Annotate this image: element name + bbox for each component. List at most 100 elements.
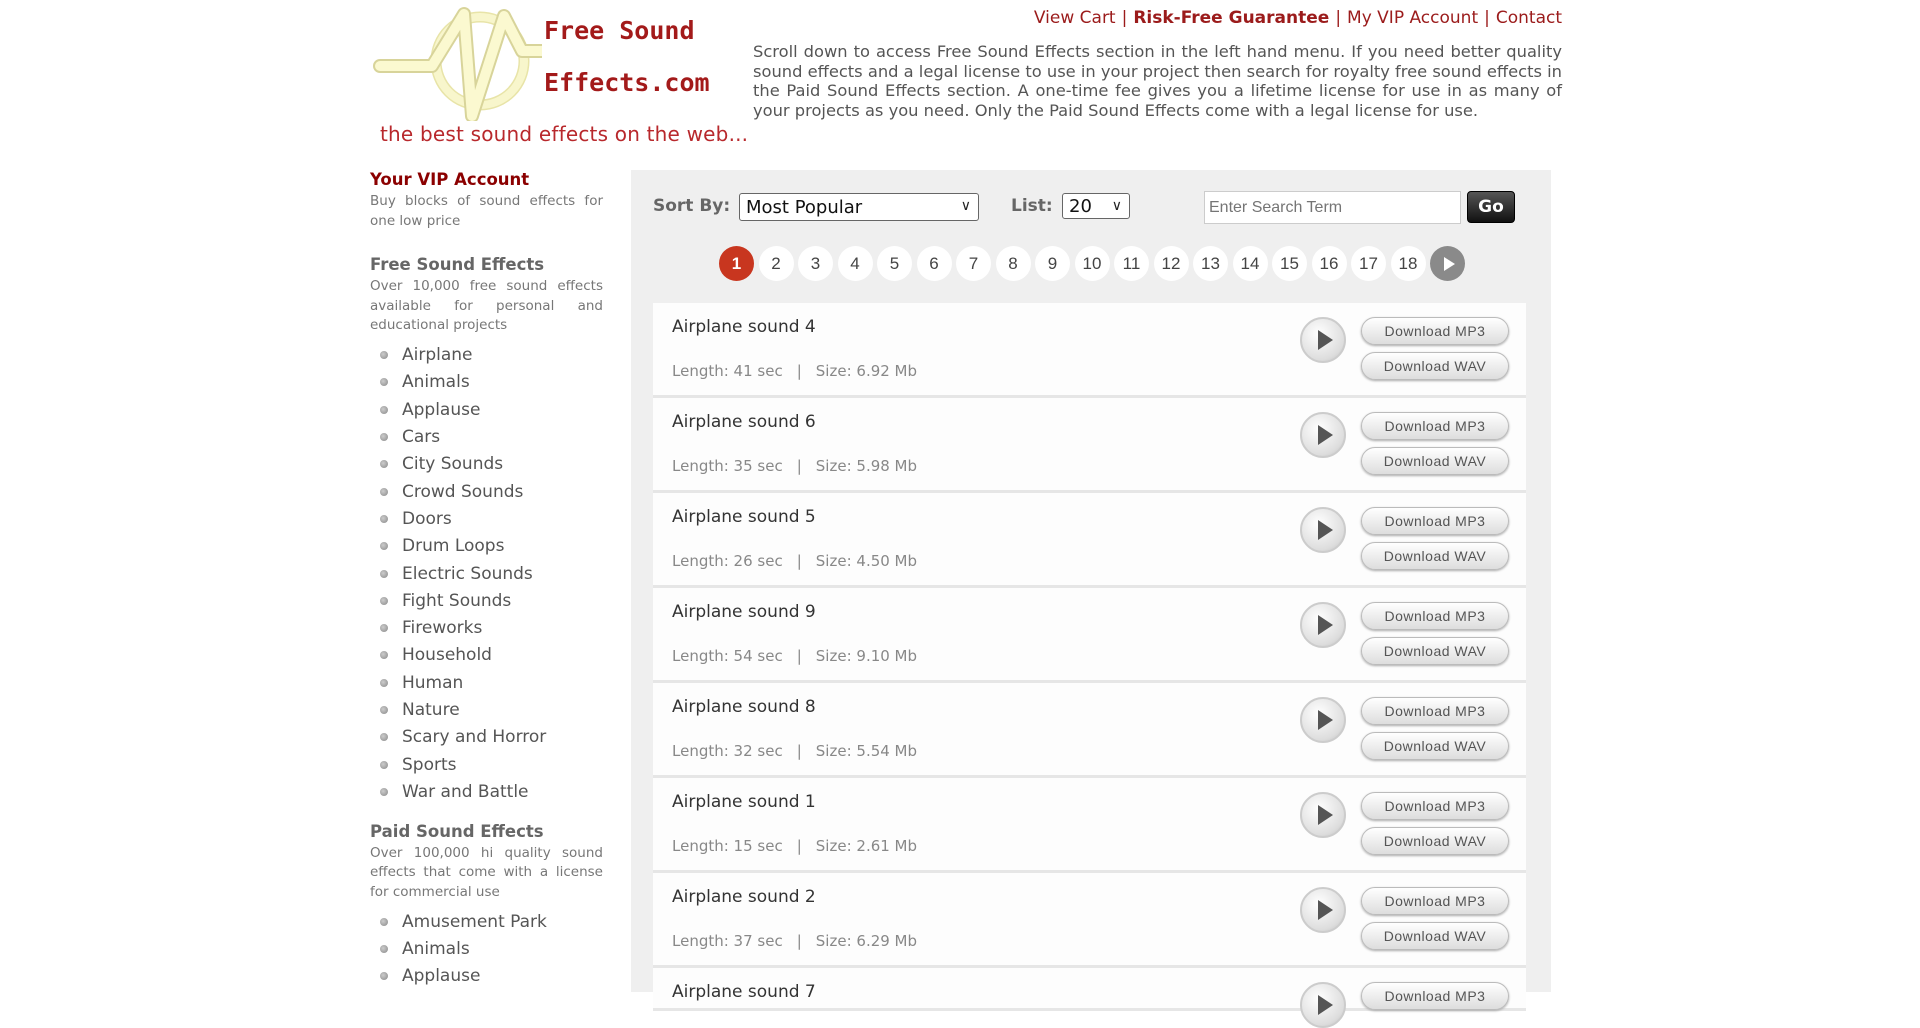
sidebar-category-item[interactable]: War and Battle [370, 778, 603, 805]
sidebar-category-item[interactable]: Doors [370, 505, 603, 532]
sidebar-category-item[interactable]: Animals [370, 369, 603, 396]
sidebar-category-item[interactable]: Scary and Horror [370, 724, 603, 751]
page-link[interactable]: 11 [1114, 246, 1149, 281]
nav-my-vip-account[interactable]: My VIP Account [1347, 8, 1478, 28]
page-link[interactable]: 16 [1311, 246, 1347, 281]
sort-by-select[interactable]: Most Popular ∨ [739, 193, 979, 221]
page-current[interactable]: 1 [719, 246, 754, 281]
sound-meta: Length: 26 sec | Size: 4.50 Mb [672, 552, 917, 570]
download-wav-button[interactable]: Download WAV [1361, 827, 1509, 855]
sound-row: Airplane sound 6 Length: 35 sec | Size: 5.9… [653, 398, 1526, 493]
search-go-button[interactable]: Go [1467, 191, 1515, 223]
download-wav-button[interactable]: Download WAV [1361, 447, 1509, 475]
sidebar-category-item[interactable]: Nature [370, 696, 603, 723]
sound-title[interactable]: Airplane sound 8 [672, 697, 816, 717]
play-button[interactable] [1300, 602, 1346, 648]
sound-title[interactable]: Airplane sound 7 [672, 982, 816, 1002]
sidebar-category-item[interactable]: Crowd Sounds [370, 478, 603, 505]
nav-risk-free-guarantee[interactable]: Risk-Free Guarantee [1133, 8, 1329, 28]
sidebar-category-label: Fireworks [402, 618, 483, 639]
sidebar-category-label: Electric Sounds [402, 563, 533, 584]
download-wav-button[interactable]: Download WAV [1361, 637, 1509, 665]
bullet-icon [380, 972, 388, 981]
sidebar-paid-title[interactable]: Paid Sound Effects [370, 822, 603, 841]
sidebar-category-label: Doors [402, 508, 452, 529]
sidebar-category-item[interactable]: Airplane [370, 342, 603, 369]
download-mp3-button[interactable]: Download MP3 [1361, 887, 1509, 915]
sidebar-category-item[interactable]: Drum Loops [370, 533, 603, 560]
download-mp3-button[interactable]: Download MP3 [1361, 507, 1509, 535]
play-button[interactable] [1300, 792, 1346, 838]
sidebar-category-item[interactable]: Electric Sounds [370, 560, 603, 587]
page-link[interactable]: 8 [995, 246, 1031, 281]
download-mp3-button[interactable]: Download MP3 [1361, 317, 1509, 345]
sidebar-category-item[interactable]: Cars [370, 423, 603, 450]
sidebar-paid-desc: Over 100,000 hi quality sound effects th… [370, 844, 603, 900]
sidebar-category-item[interactable]: Fight Sounds [370, 587, 603, 614]
sound-size: Size: 9.10 Mb [815, 647, 918, 665]
sidebar-category-item[interactable]: Applause [370, 396, 603, 423]
download-mp3-button[interactable]: Download MP3 [1361, 792, 1509, 820]
page-link[interactable]: 15 [1272, 246, 1307, 281]
sidebar-category-item[interactable]: Household [370, 642, 603, 669]
page-link[interactable]: 10 [1074, 246, 1110, 281]
next-page-button[interactable] [1430, 246, 1465, 281]
play-button[interactable] [1300, 982, 1346, 1028]
play-button[interactable] [1300, 697, 1346, 743]
play-button[interactable] [1300, 412, 1346, 458]
bullet-icon [380, 569, 388, 578]
site-logo[interactable]: Free Sound Effects.com the best sound ef… [372, 6, 748, 151]
sound-title[interactable]: Airplane sound 4 [672, 317, 816, 337]
nav-view-cart[interactable]: View Cart [1034, 8, 1116, 28]
sound-title[interactable]: Airplane sound 6 [672, 412, 816, 432]
page-link[interactable]: 14 [1232, 246, 1268, 281]
page-link[interactable]: 6 [916, 246, 952, 281]
download-mp3-button[interactable]: Download MP3 [1361, 982, 1509, 1010]
page-link[interactable]: 7 [956, 246, 991, 281]
sidebar-category-item[interactable]: Applause [370, 963, 603, 990]
sidebar-category-item[interactable]: Sports [370, 751, 603, 778]
download-mp3-button[interactable]: Download MP3 [1361, 697, 1509, 725]
sidebar-category-label: Animals [402, 372, 470, 393]
sound-title[interactable]: Airplane sound 2 [672, 887, 816, 907]
download-wav-button[interactable]: Download WAV [1361, 542, 1509, 570]
sound-meta: Length: 32 sec | Size: 5.54 Mb [672, 742, 917, 760]
sound-length: Length: 15 sec [672, 837, 783, 855]
sidebar-category-item[interactable]: Amusement Park [370, 908, 603, 935]
sidebar-category-item[interactable]: Human [370, 669, 603, 696]
sidebar-category-label: Applause [402, 399, 481, 420]
list-count-value: 20 [1069, 195, 1092, 217]
sort-by-value: Most Popular [746, 196, 863, 218]
page-link[interactable]: 18 [1390, 246, 1426, 281]
download-mp3-button[interactable]: Download MP3 [1361, 602, 1509, 630]
page-link[interactable]: 12 [1153, 246, 1189, 281]
bullet-icon [380, 405, 388, 414]
sidebar-category-item[interactable]: City Sounds [370, 451, 603, 478]
download-wav-button[interactable]: Download WAV [1361, 732, 1509, 760]
download-wav-button[interactable]: Download WAV [1361, 352, 1509, 380]
download-mp3-button[interactable]: Download MP3 [1361, 412, 1509, 440]
page-link[interactable]: 2 [758, 246, 794, 281]
play-button[interactable] [1300, 887, 1346, 933]
sidebar-free-title[interactable]: Free Sound Effects [370, 255, 603, 274]
sidebar-category-item[interactable]: Animals [370, 935, 603, 962]
download-wav-button[interactable]: Download WAV [1361, 922, 1509, 950]
page-link[interactable]: 9 [1035, 246, 1070, 281]
page-link[interactable]: 4 [837, 246, 873, 281]
page-link[interactable]: 3 [798, 246, 833, 281]
nav-contact[interactable]: Contact [1496, 8, 1562, 28]
sound-length: Length: 35 sec [672, 457, 783, 475]
play-button[interactable] [1300, 317, 1346, 363]
play-button[interactable] [1300, 507, 1346, 553]
sidebar-vip-title[interactable]: Your VIP Account [370, 170, 603, 189]
intro-text: Scroll down to access Free Sound Effects… [753, 42, 1562, 120]
page-link[interactable]: 13 [1193, 246, 1228, 281]
sidebar-category-item[interactable]: Fireworks [370, 614, 603, 641]
list-count-select[interactable]: 20 ∨ [1062, 193, 1130, 219]
search-input[interactable] [1204, 191, 1461, 224]
page-link[interactable]: 17 [1351, 246, 1386, 281]
sound-title[interactable]: Airplane sound 5 [672, 507, 816, 527]
sound-title[interactable]: Airplane sound 1 [672, 792, 816, 812]
sound-title[interactable]: Airplane sound 9 [672, 602, 816, 622]
page-link[interactable]: 5 [877, 246, 912, 281]
